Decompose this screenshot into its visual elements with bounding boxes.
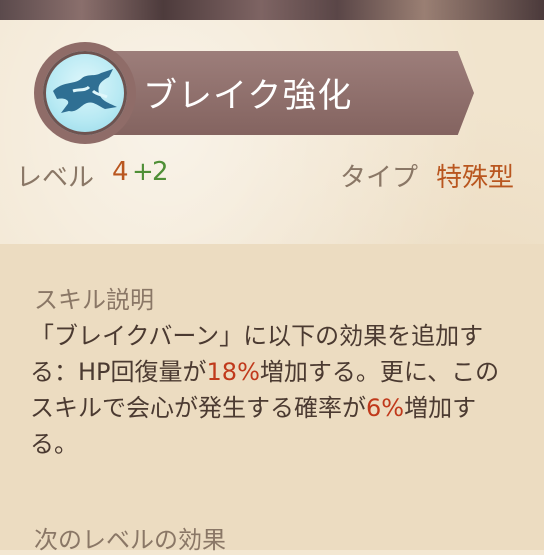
level-plus-sign: + (132, 157, 154, 187)
ice-crack-icon (34, 42, 136, 144)
type-value: 特殊型 (436, 163, 515, 193)
skill-title: ブレイク強化 (143, 76, 353, 116)
level-base-value: 4 (112, 157, 129, 187)
ice-crack-icon-graphic (53, 69, 117, 113)
type-label: タイプ (340, 163, 419, 193)
description-value2: 6% (366, 394, 405, 422)
description-value1: 18% (206, 358, 260, 386)
level-label: レベル (16, 163, 95, 193)
skill-description-text: 「ブレイクバーン」に以下の効果を追加する：HP回復量が18%増加する。更に、この… (30, 318, 500, 462)
skill-description-heading: スキル説明 (34, 286, 154, 314)
level-bonus-value: 2 (152, 157, 169, 187)
